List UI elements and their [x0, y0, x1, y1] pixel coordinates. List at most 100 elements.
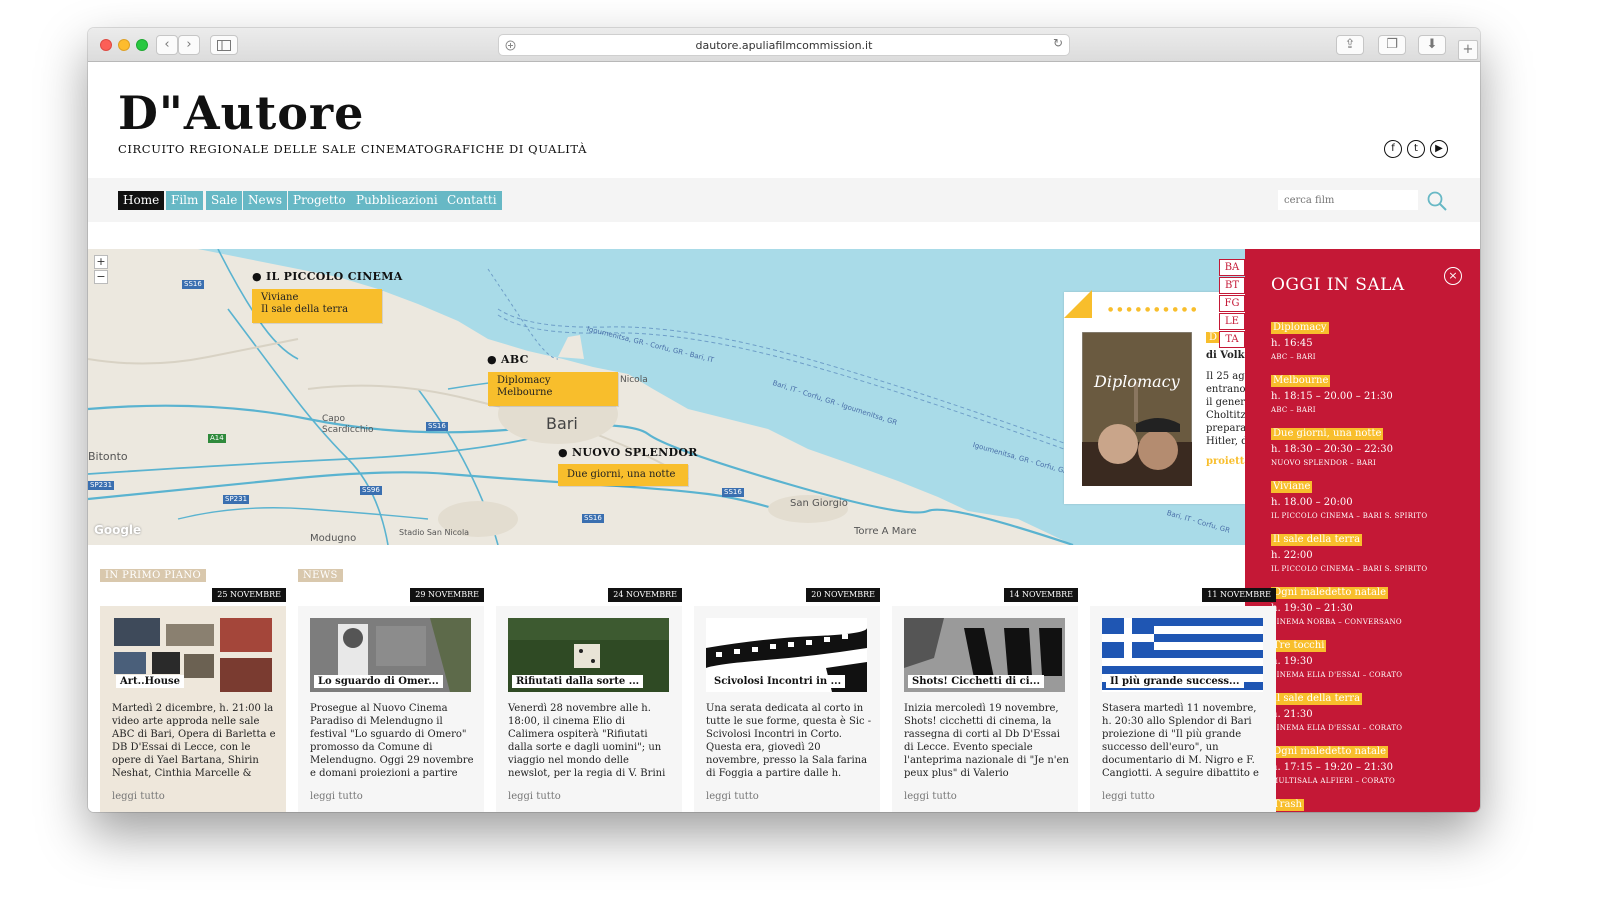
showing-film[interactable]: Il sale della terra [1271, 534, 1363, 546]
map-place-label: Bitonto [88, 450, 128, 463]
news-title: Scivolosi Incontri in ... [710, 675, 846, 688]
minimize-window-button[interactable] [118, 39, 130, 51]
showing-item: Viviane h. 18.00 – 20:00 IL PICCOLO CINE… [1271, 474, 1471, 520]
read-more-link[interactable]: leggi tutto [310, 791, 363, 802]
showing-film[interactable]: Melbourne [1271, 375, 1331, 387]
nav-sale[interactable]: Sale [206, 191, 243, 210]
reload-icon[interactable]: ↻ [1053, 36, 1063, 50]
zoom-window-button[interactable] [136, 39, 148, 51]
read-more-link[interactable]: leggi tutto [508, 791, 561, 802]
province-tab-bt[interactable]: BT [1219, 277, 1245, 294]
news-card[interactable]: 11 NOVEMBRE Il più grande success... Sta… [1090, 588, 1276, 812]
showing-venue: MULTISALA ALFIERI – CORATO [1271, 777, 1396, 785]
tabs-icon: ❐ [1386, 37, 1398, 52]
read-more-link[interactable]: leggi tutto [112, 791, 165, 802]
film-link[interactable]: Viviane [261, 292, 373, 304]
showing-times: h. 18:15 – 20.00 – 21:30 [1271, 391, 1393, 402]
map-place-label: Bari [546, 414, 578, 433]
showing-film[interactable]: Ogni maledetto natale [1271, 587, 1389, 599]
sidebar-button[interactable] [210, 35, 238, 55]
cinema-films-popup[interactable]: Viviane Il sale della terra [252, 289, 382, 323]
news-title: Art..House [116, 675, 184, 688]
showing-film[interactable]: Diplomacy [1271, 322, 1329, 334]
nav-pubblicazioni[interactable]: Pubblicazioni [351, 191, 443, 210]
news-card[interactable]: 25 NOVEMBRE Art..House Martedì 2 dicembr… [100, 588, 286, 812]
news-date: 14 NOVEMBRE [1004, 588, 1078, 602]
showing-film[interactable]: Due giorni, una notte [1271, 428, 1384, 440]
news-card[interactable]: 24 NOVEMBRE Rifiutati dalla sorte ... Ve… [496, 588, 682, 812]
chevron-left-icon: ‹ [164, 37, 170, 52]
close-panel-button[interactable]: × [1444, 267, 1462, 285]
showing-item: Diplomacy h. 16:45 ABC – BARI [1271, 315, 1471, 361]
news-title: Il più grande success... [1106, 675, 1244, 688]
browser-window: ‹ › dautore.apuliafilmcommission.it ↻ ⇪ … [88, 28, 1480, 812]
film-link[interactable]: Il sale della terra [261, 304, 373, 316]
news-card[interactable]: 29 NOVEMBRE Lo sguardo di Omer... Proseg… [298, 588, 484, 812]
showing-film[interactable]: Tre tocchi [1271, 640, 1327, 652]
province-tab-le[interactable]: LE [1219, 313, 1245, 330]
youtube-icon[interactable]: ▶ [1430, 140, 1448, 158]
road-label: SS96 [360, 486, 382, 495]
back-button[interactable]: ‹ [156, 35, 178, 55]
showing-item: Due giorni, una notte h. 18:30 – 20:30 –… [1271, 421, 1471, 467]
showing-film[interactable]: Il sale della terra [1271, 693, 1363, 705]
read-more-link[interactable]: leggi tutto [706, 791, 759, 802]
nav-film[interactable]: Film [166, 191, 204, 210]
share-button[interactable]: ⇪ [1336, 35, 1364, 55]
google-attribution: Google [94, 523, 142, 537]
film-link[interactable]: Due giorni, una notte [567, 469, 679, 481]
cinema-films-popup[interactable]: Diplomacy Melbourne [488, 372, 618, 406]
film-link[interactable]: Diplomacy [497, 375, 609, 387]
close-window-button[interactable] [100, 39, 112, 51]
news-excerpt: Inizia mercoledì 19 novembre, Shots! cic… [904, 703, 1069, 779]
news-date: 29 NOVEMBRE [410, 588, 484, 602]
news-excerpt: Una serata dedicata al corto in tutte le… [706, 703, 872, 779]
cinema-marker-piccolo[interactable]: ● IL PICCOLO CINEMA [252, 270, 403, 283]
road-label: SS16 [182, 280, 204, 289]
showing-item: Trash [1271, 792, 1471, 811]
news-title: Rifiutati dalla sorte ... [512, 675, 644, 688]
site-logo[interactable]: D"Autore [118, 86, 364, 140]
map-place-label: Capo Scardicchio [322, 414, 374, 435]
news-card[interactable]: 20 NOVEMBRE Scivolosi Incontri in ... Un… [694, 588, 880, 812]
address-bar[interactable]: dautore.apuliafilmcommission.it ↻ [498, 34, 1070, 56]
twitter-icon[interactable]: t [1407, 140, 1425, 158]
cinema-marker-abc[interactable]: ● ABC [487, 353, 529, 366]
search-icon[interactable] [1426, 190, 1448, 212]
cinema-films-popup[interactable]: Due giorni, una notte [558, 464, 688, 486]
popup-text-line: entrano [1206, 384, 1246, 395]
chevron-right-icon: › [186, 37, 192, 52]
read-more-link[interactable]: leggi tutto [1102, 791, 1155, 802]
news-excerpt: Stasera martedì 11 novembre, h. 20:30 al… [1102, 703, 1259, 779]
read-more-link[interactable]: leggi tutto [904, 791, 957, 802]
facebook-icon[interactable]: f [1384, 140, 1402, 158]
cinema-marker-nuovo-splendor[interactable]: ● NUOVO SPLENDOR [558, 446, 698, 459]
nav-progetto[interactable]: Progetto [288, 191, 351, 210]
showing-film[interactable]: Viviane [1271, 481, 1313, 493]
province-tab-fg[interactable]: FG [1219, 295, 1245, 312]
map-zoom-out-button[interactable]: − [94, 270, 108, 284]
showing-times: h. 18.00 – 20:00 [1271, 497, 1353, 508]
news-card[interactable]: 14 NOVEMBRE Shots! Cicchetti di ci... In… [892, 588, 1078, 812]
road-label: A14 [208, 434, 226, 443]
downloads-button[interactable]: ⬇ [1418, 35, 1446, 55]
province-tab-ta[interactable]: TA [1219, 331, 1245, 348]
film-link[interactable]: Melbourne [497, 387, 609, 399]
carousel-dots[interactable]: ●●●●●●●●●● [1108, 306, 1200, 313]
popup-title[interactable]: D [1206, 332, 1221, 343]
new-tab-button[interactable]: + [1458, 40, 1478, 60]
showing-item: Melbourne h. 18:15 – 20.00 – 21:30 ABC –… [1271, 368, 1471, 414]
nav-news[interactable]: News [243, 191, 288, 210]
tabs-button[interactable]: ❐ [1378, 35, 1406, 55]
search-film-input[interactable] [1278, 190, 1418, 210]
province-tab-ba[interactable]: BA [1219, 259, 1245, 276]
oggi-in-sala-panel: OGGI IN SALA × Diplomacy h. 16:45 ABC – … [1245, 249, 1480, 812]
forward-button[interactable]: › [178, 35, 200, 55]
nav-contatti[interactable]: Contatti [442, 191, 502, 210]
news-excerpt: Venerdì 28 novembre alle h. 18:00, il ci… [508, 703, 666, 779]
news-thumbnail: Shots! Cicchetti di ci... [904, 618, 1065, 692]
showing-film[interactable]: Ogni maledetto natale [1271, 746, 1389, 758]
map-zoom-in-button[interactable]: + [94, 255, 108, 269]
nav-home[interactable]: Home [118, 191, 165, 210]
news-thumbnail: Scivolosi Incontri in ... [706, 618, 867, 692]
